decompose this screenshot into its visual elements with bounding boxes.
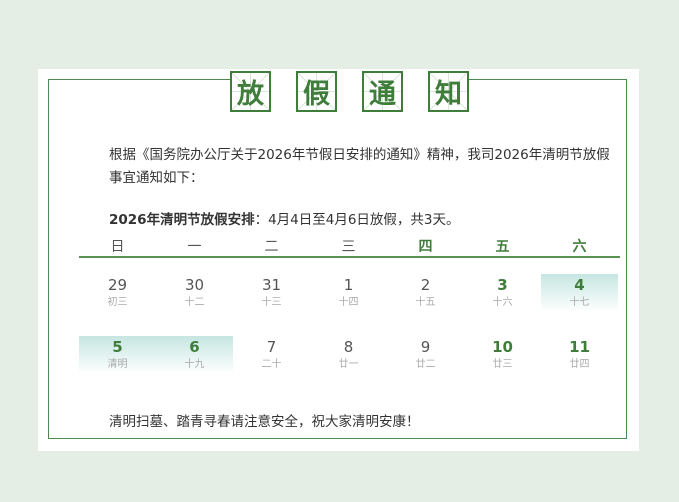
- title-char: 放: [237, 79, 264, 110]
- lunar-date: 十四: [338, 297, 359, 308]
- day-number: 1: [343, 276, 354, 294]
- weekday-label: 三: [341, 239, 356, 255]
- calendar-day-cell: 11 廿四: [541, 336, 618, 374]
- calendar-day-cell: 9 廿二: [387, 336, 464, 374]
- calendar-day-cell: 6 十九: [156, 336, 233, 374]
- day-number: 10: [492, 338, 513, 356]
- day-number: 6: [189, 338, 200, 356]
- closing-message: 清明扫墓、踏青寻春请注意安全，祝大家清明安康！: [109, 414, 420, 430]
- lunar-date: 十六: [492, 297, 513, 308]
- notice-card: 放 假 通 知 根据《国务院办公厅关于2026年节假日安排的通知》精神，我司20…: [38, 69, 639, 451]
- title-char: 假: [303, 79, 330, 110]
- calendar-day-cell: 4 十七: [541, 274, 618, 312]
- lunar-date: 廿一: [338, 359, 359, 370]
- lunar-date: 十七: [569, 297, 590, 308]
- day-number: 7: [266, 338, 277, 356]
- lunar-date: 十九: [184, 359, 205, 370]
- calendar-day-cell: 31 十三: [233, 274, 310, 312]
- title-char-box: 放: [230, 71, 271, 112]
- lunar-date: 廿四: [569, 359, 590, 370]
- lunar-date: 十二: [184, 297, 205, 308]
- weekday-label: 一: [187, 239, 202, 255]
- day-number: 30: [184, 276, 205, 294]
- lunar-date: 廿三: [492, 359, 513, 370]
- day-number: 31: [261, 276, 282, 294]
- calendar-day-cell: 5 清明: [79, 336, 156, 374]
- day-number: 29: [107, 276, 128, 294]
- weekday-label: 日: [110, 239, 125, 255]
- calendar-day-cell: 10 廿三: [464, 336, 541, 374]
- arrangement-text: ：4月4日至4月6日放假，共3天。: [254, 212, 460, 228]
- arrangement-label: 2026年清明节放假安排: [109, 212, 255, 228]
- weekday-header: 日一二三四五六: [79, 236, 620, 256]
- title-char: 通: [369, 79, 396, 110]
- weekday-label: 二: [264, 239, 279, 255]
- lunar-date: 初三: [107, 297, 128, 308]
- calendar-day-cell: 7 二十: [233, 336, 310, 374]
- day-number: 5: [112, 338, 123, 356]
- day-number: 3: [497, 276, 508, 294]
- title-row: 放 假 通 知: [230, 71, 469, 113]
- weekday-label: 六: [572, 239, 587, 255]
- calendar-day-cell: 1 十四: [310, 274, 387, 312]
- day-number: 11: [569, 338, 590, 356]
- weekday-divider: [79, 256, 620, 258]
- day-number: 2: [420, 276, 431, 294]
- title-char: 知: [435, 79, 462, 110]
- arrangement-line: 2026年清明节放假安排：4月4日至4月6日放假，共3天。: [109, 208, 460, 228]
- lunar-date: 廿二: [415, 359, 436, 370]
- day-number: 9: [420, 338, 431, 356]
- intro-paragraph: 根据《国务院办公厅关于2026年节假日安排的通知》精神，我司2026年清明节放假…: [109, 144, 621, 190]
- calendar-day-cell: 3 十六: [464, 274, 541, 312]
- lunar-date: 十五: [415, 297, 436, 308]
- calendar-day-cell: 30 十二: [156, 274, 233, 312]
- title-char-box: 通: [362, 71, 403, 112]
- calendar-day-cell: 8 廿一: [310, 336, 387, 374]
- intro-text: 根据《国务院办公厅关于2026年节假日安排的通知》精神，我司2026年清明节放假…: [109, 147, 610, 186]
- lunar-date: 清明: [107, 359, 128, 370]
- lunar-date: 十三: [261, 297, 282, 308]
- calendar-day-cell: 2 十五: [387, 274, 464, 312]
- title-char-box: 假: [296, 71, 337, 112]
- day-number: 8: [343, 338, 354, 356]
- notice-frame: 放 假 通 知 根据《国务院办公厅关于2026年节假日安排的通知》精神，我司20…: [48, 71, 627, 439]
- lunar-date: 二十: [261, 359, 282, 370]
- weekday-label: 四: [418, 239, 433, 255]
- day-number: 4: [574, 276, 585, 294]
- title-char-box: 知: [428, 71, 469, 112]
- weekday-label: 五: [495, 239, 510, 255]
- calendar-day-cell: 29 初三: [79, 274, 156, 312]
